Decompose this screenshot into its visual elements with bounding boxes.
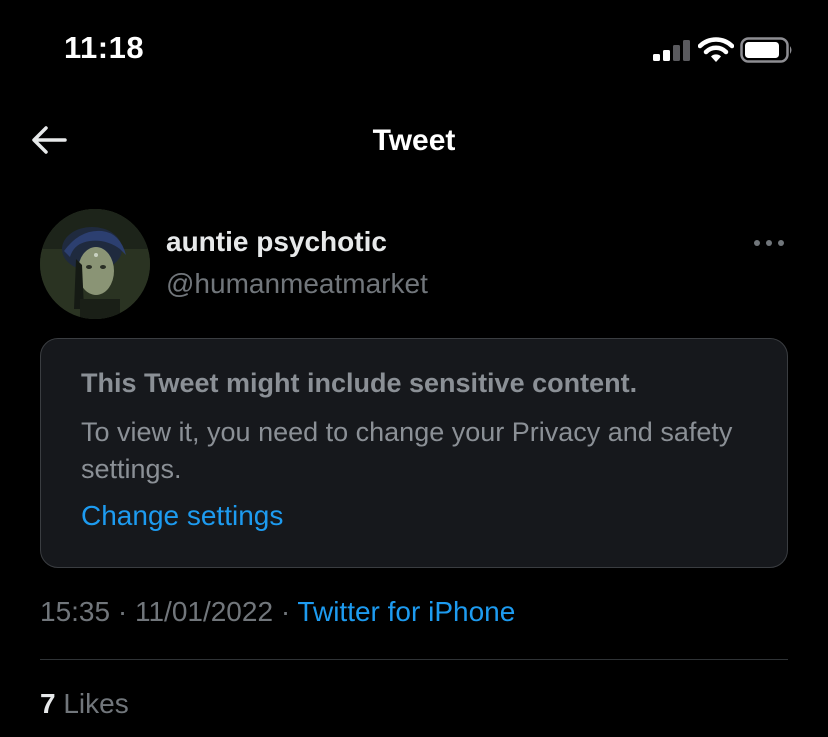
page-title: Tweet [372, 124, 456, 157]
tweet-detail-screen: 11:18 Tweet auntie psychotic @humanmeatm… [0, 0, 828, 737]
tweet-time: 15:35 [40, 596, 111, 627]
sensitive-content-notice: This Tweet might include sensitive conte… [40, 338, 788, 568]
author-handle[interactable]: @humanmeatmarket [166, 268, 428, 300]
sensitive-notice-title: This Tweet might include sensitive conte… [81, 368, 638, 398]
avatar-photo [40, 209, 150, 319]
change-settings-link[interactable]: Change settings [81, 500, 283, 532]
sensitive-notice-body: To view it, you need to change your Priv… [81, 417, 733, 484]
wifi-icon [698, 37, 734, 62]
avatar[interactable] [40, 209, 150, 319]
meta-separator: · [280, 596, 291, 627]
divider [40, 659, 788, 660]
tweet-source-link[interactable]: Twitter for iPhone [297, 596, 515, 627]
battery-icon [740, 37, 792, 63]
tweet-meta: 15:35 · 11/01/2022 · Twitter for iPhone [40, 596, 515, 628]
likes-label: Likes [63, 688, 129, 719]
tweet-date: 11/01/2022 [134, 596, 274, 627]
meta-separator: · [117, 596, 128, 627]
status-bar-time: 11:18 [64, 30, 145, 65]
likes-count-link[interactable]: 7 Likes [40, 688, 129, 720]
likes-count: 7 [40, 688, 56, 719]
cellular-signal-icon [653, 40, 691, 61]
more-options-icon[interactable] [752, 236, 786, 250]
author-display-name[interactable]: auntie psychotic [166, 226, 387, 258]
